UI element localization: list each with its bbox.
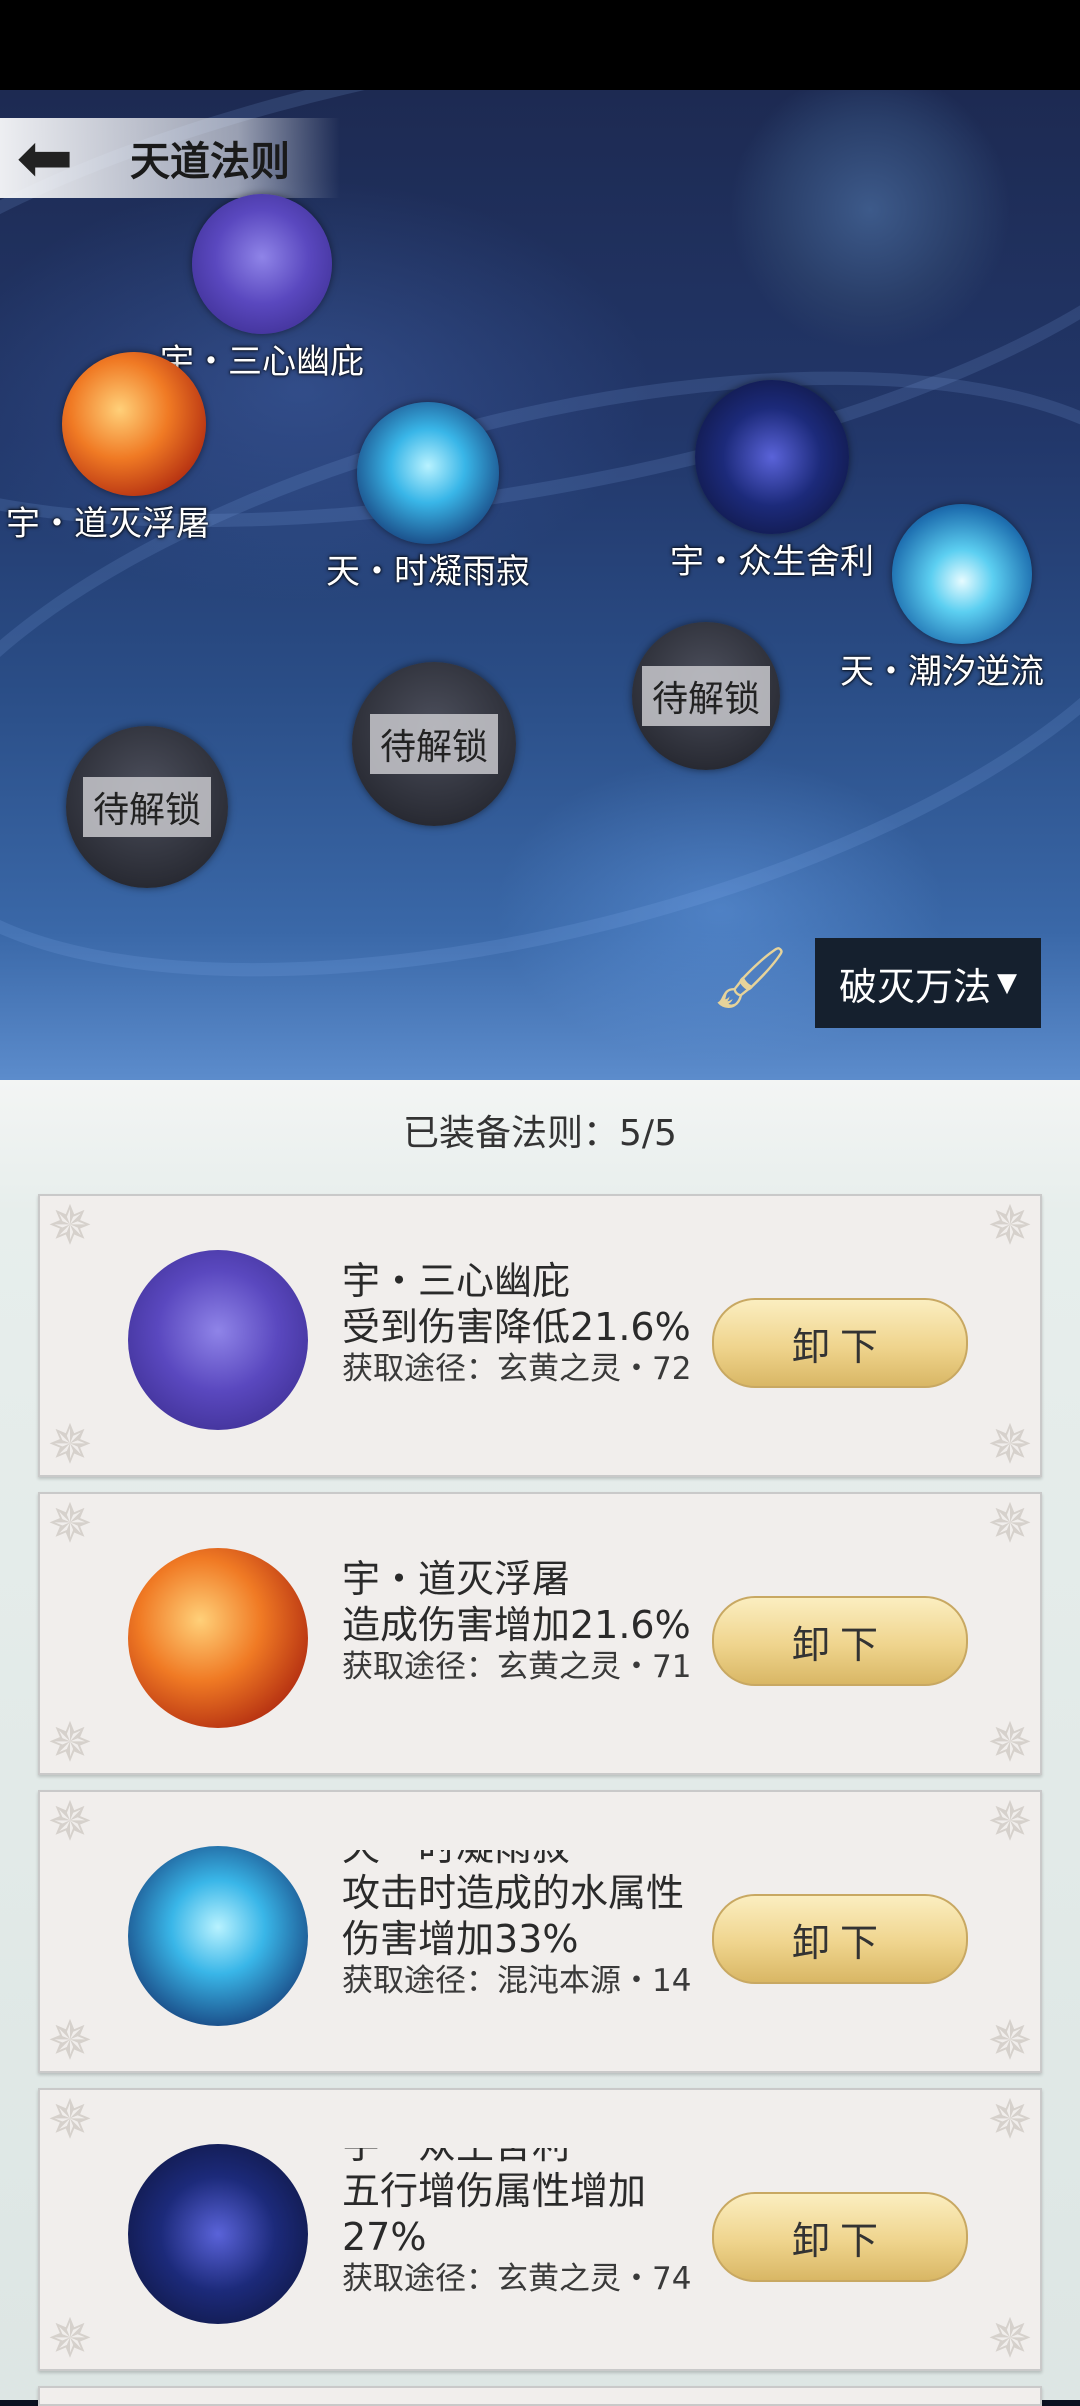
corner-ornament-icon: ✵ [47,2009,93,2072]
back-arrow-icon: ⬅ [16,118,74,198]
header-bar: ⬅ 天道法则 [0,118,340,198]
card-source: 获取途径：玄黄之灵・71 [342,1649,692,1685]
corner-ornament-icon: ✵ [47,1194,93,1257]
card-text: 天・时凝雨寂 攻击时造成的水属性伤害增加33% 获取途径：混沌本源・14 [342,1850,712,2025]
card-effect: 受到伤害降低21.6% [342,1305,691,1349]
locked-label: 待解锁 [82,777,211,837]
shield-icon [128,1250,308,1430]
page-title: 天道法则 [130,139,290,185]
corner-ornament-icon: ✵ [987,2307,1033,2370]
unequip-button[interactable]: 卸下 [712,1596,968,1686]
spirit-orbs-icon [695,380,849,534]
law-card: ✵ ✵ ✵ ✵ 天・时凝雨寂 攻击时造成的水属性伤害增加33% 获取途径：混沌本… [38,1790,1042,2073]
card-text: 宇・众生舍利 五行增伤属性增加27% 获取途径：玄黄之灵・74 [342,2148,712,2323]
corner-ornament-icon: ✵ [47,1790,93,1853]
tide-icon [892,504,1032,644]
corner-ornament-icon: ✵ [987,1194,1033,1257]
card-source: 获取途径：玄黄之灵・74 [342,2261,692,2297]
law-card: ✵ ✵ ✵ ✵ 宇・道灭浮屠 造成伤害增加21.6% 获取途径：玄黄之灵・71 … [38,1492,1042,1775]
equipped-panel: 已装备法则：5/5 ✵ ✵ ✵ ✵ 宇・三心幽庇 受到伤害降低21.6% 获取途… [0,1080,1080,2406]
chevron-down-icon: ▼ [997,968,1017,998]
shield-icon [192,194,332,334]
status-bar [0,0,1080,90]
corner-ornament-icon: ✵ [47,1711,93,1774]
filter-dropdown-value: 破灭万法 [838,964,991,1009]
card-source: 获取途径：玄黄之灵・72 [342,1351,692,1387]
fire-blade-icon [62,352,206,496]
law-card: ✵ ✵ ✵ ✵ 宇・三心幽庇 受到伤害降低21.6% 获取途径：玄黄之灵・72 … [38,1194,1042,1477]
locked-node[interactable]: 待解锁 [632,622,780,770]
card-name: 宇・道灭浮屠 [342,1557,571,1601]
corner-ornament-icon: ✵ [47,2088,93,2151]
locked-label: 待解锁 [641,666,770,726]
card-effect: 攻击时造成的水属性伤害增加33% [342,1871,685,1961]
card-source: 获取途径：混沌本源・14 [342,1963,692,1999]
water-drop-icon [357,402,499,544]
law-card: ✵ ✵ ✵ ✵ 宇・众生舍利 五行增伤属性增加27% 获取途径：玄黄之灵・74 … [38,2088,1042,2371]
brush-icon[interactable]: 🖌 [712,942,792,1022]
node-label: 天・潮汐逆流 [840,652,1044,692]
map-node[interactable]: 宇・道灭浮屠 [6,352,210,545]
card-effect: 五行增伤属性增加27% [342,2169,647,2259]
unequip-button[interactable]: 卸下 [712,2192,968,2282]
corner-ornament-icon: ✵ [987,1492,1033,1555]
card-name: 天・时凝雨寂 [342,1850,712,1870]
card-effect: 造成伤害增加21.6% [342,1603,691,1647]
corner-ornament-icon: ✵ [987,2009,1033,2072]
card-text: 宇・三心幽庇 受到伤害降低21.6% 获取途径：玄黄之灵・72 [342,1258,712,1433]
equipped-count: 已装备法则：5/5 [403,1113,677,1154]
card-name: 宇・三心幽庇 [342,1259,571,1303]
corner-ornament-icon: ✵ [987,1711,1033,1774]
unequip-button[interactable]: 卸下 [712,1298,968,1388]
locked-label: 待解锁 [369,714,498,774]
corner-ornament-icon: ✵ [987,1413,1033,1476]
back-button[interactable]: ⬅ [0,118,90,198]
corner-ornament-icon: ✵ [987,1790,1033,1853]
skill-map: ⬅ 天道法则 宇・三心幽庇 宇・道灭浮屠 天・时凝雨寂 宇・众生舍利 天・潮汐逆… [0,90,1080,1080]
corner-ornament-icon: ✵ [47,1492,93,1555]
node-label: 宇・道灭浮屠 [6,504,210,544]
law-card [38,2386,1042,2406]
card-name: 宇・众生舍利 [342,2148,712,2168]
corner-ornament-icon: ✵ [987,2088,1033,2151]
map-node[interactable]: 天・潮汐逆流 [840,504,1044,693]
corner-ornament-icon: ✵ [47,1413,93,1476]
card-text: 宇・道灭浮屠 造成伤害增加21.6% 获取途径：玄黄之灵・71 [342,1556,712,1731]
node-label: 天・时凝雨寂 [326,552,530,592]
unequip-button[interactable]: 卸下 [712,1894,968,1984]
filter-dropdown[interactable]: 破灭万法 ▼ [815,938,1041,1028]
water-drop-icon [128,1846,308,2026]
locked-node[interactable]: 待解锁 [352,662,516,826]
corner-ornament-icon: ✵ [47,2307,93,2370]
map-node[interactable]: 天・时凝雨寂 [326,402,530,593]
fire-blade-icon [128,1548,308,1728]
locked-node[interactable]: 待解锁 [66,726,228,888]
spirit-orbs-icon [128,2144,308,2324]
